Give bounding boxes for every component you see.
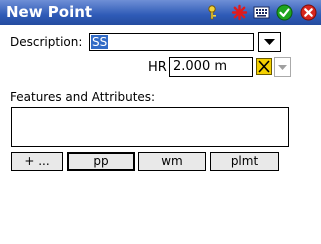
gps-star-icon[interactable] — [231, 4, 248, 21]
hr-dropdown-button[interactable] — [274, 57, 291, 77]
plmt-button[interactable]: plmt — [210, 152, 279, 171]
title-bar: New Point — [0, 0, 321, 25]
close-icon[interactable] — [300, 4, 317, 21]
features-label: Features and Attributes: — [10, 90, 156, 104]
keyboard-icon[interactable] — [253, 4, 270, 21]
description-input[interactable]: SS — [89, 33, 254, 51]
chevron-down-icon — [264, 39, 275, 45]
features-list[interactable] — [11, 107, 289, 147]
hr-input[interactable]: 2.000 m — [169, 57, 253, 77]
hr-measure-icon[interactable] — [256, 58, 272, 75]
ok-icon[interactable] — [276, 4, 293, 21]
description-value: SS — [91, 35, 109, 49]
description-label: Description: — [10, 35, 83, 49]
help-icon[interactable] — [204, 4, 221, 21]
pp-button[interactable]: pp — [67, 152, 135, 171]
window-title: New Point — [6, 3, 93, 21]
description-dropdown-button[interactable] — [258, 32, 281, 52]
chevron-down-icon — [278, 65, 287, 70]
hr-label: HR — [148, 60, 167, 75]
add-feature-button[interactable]: + ... — [11, 152, 63, 171]
wm-button[interactable]: wm — [138, 152, 206, 171]
